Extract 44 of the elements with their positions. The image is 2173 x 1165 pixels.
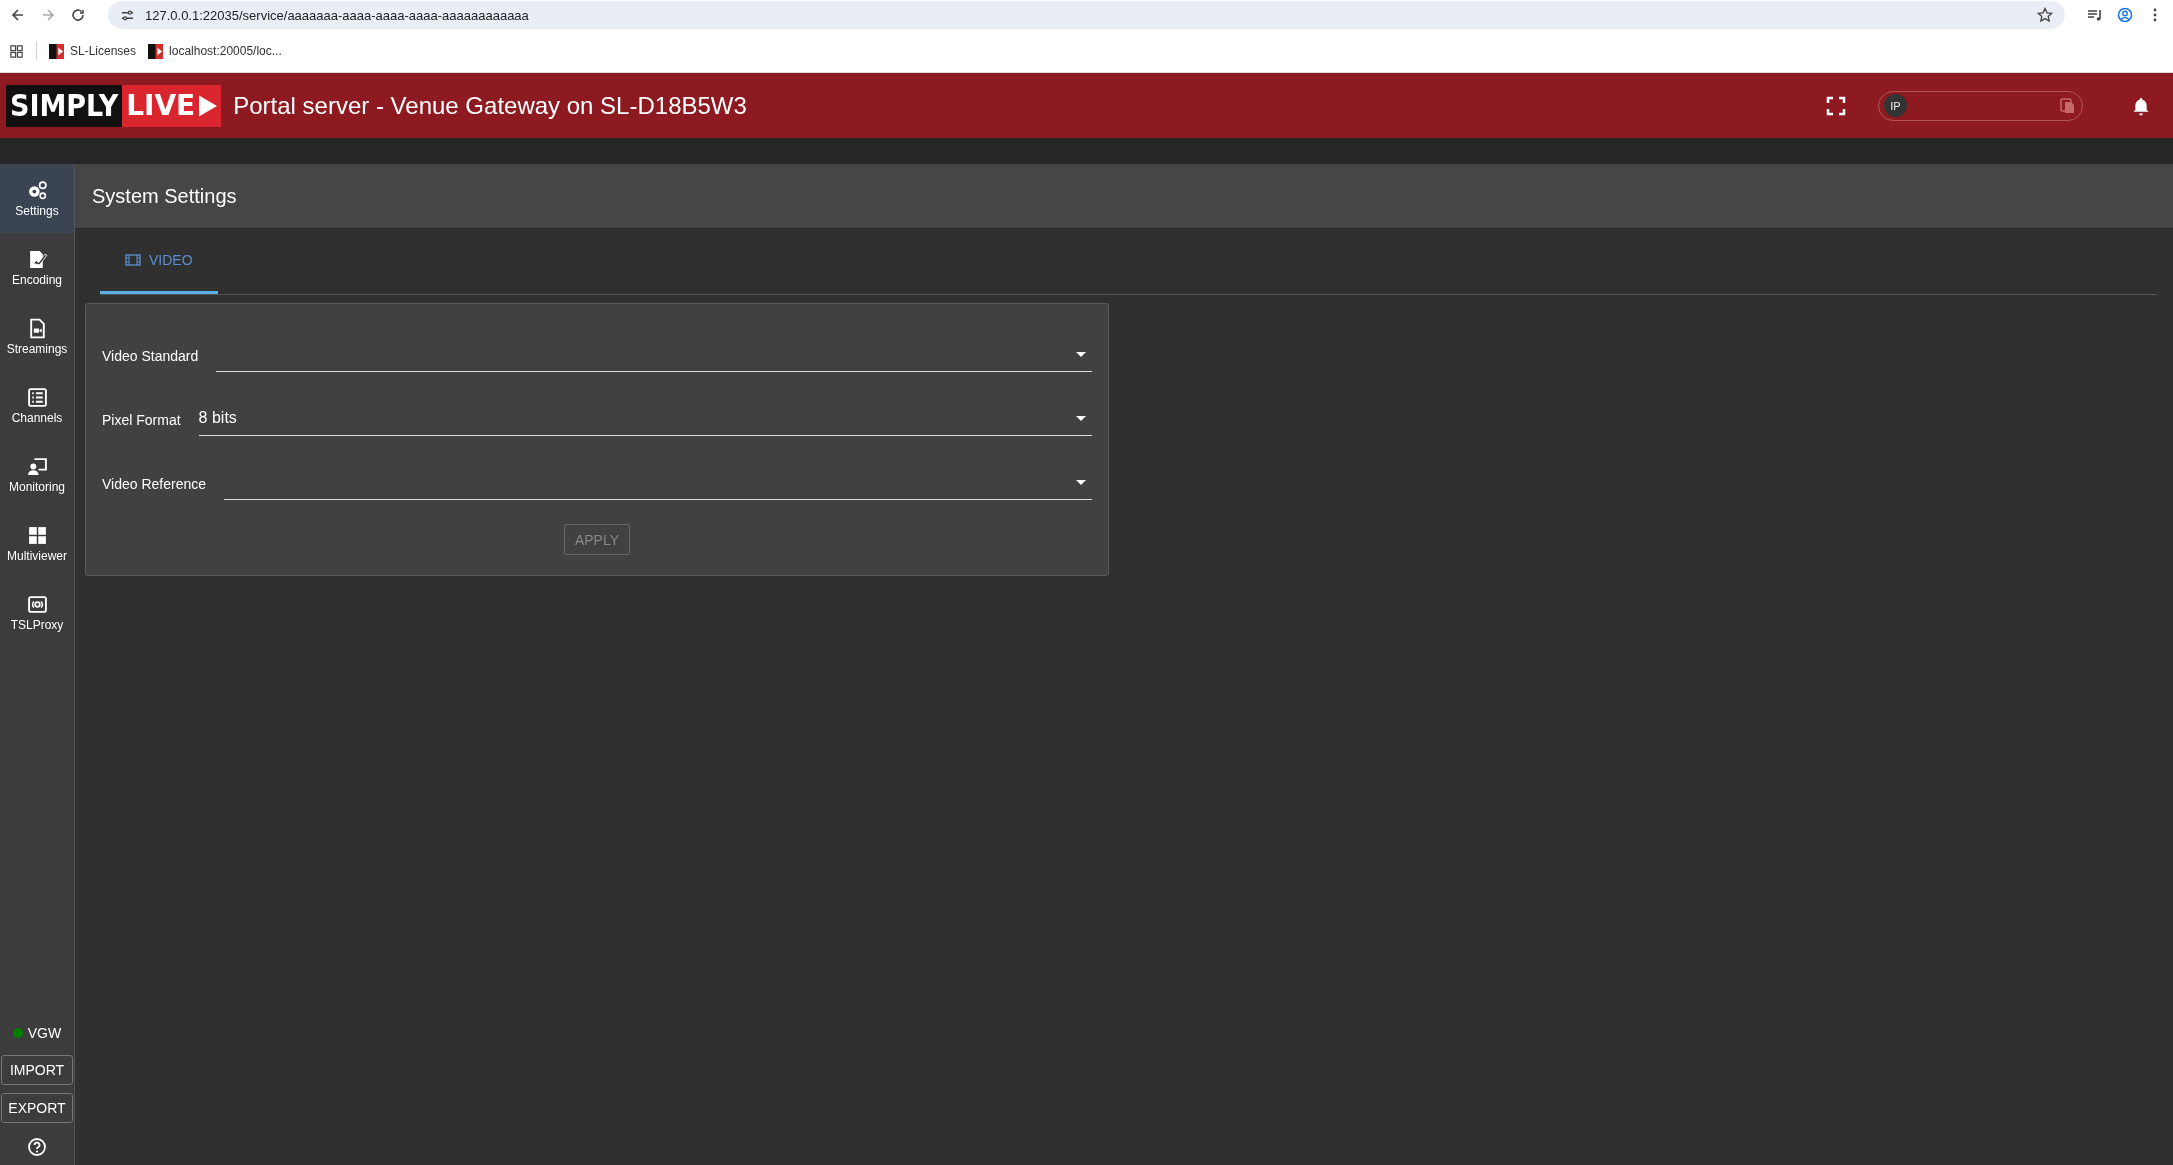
dropdown-icon bbox=[1076, 479, 1086, 485]
dropdown-icon bbox=[1076, 351, 1086, 357]
nav-item[interactable]: Streamings bbox=[0, 302, 74, 371]
favicon-icon bbox=[148, 43, 164, 59]
field-label: Video Reference bbox=[102, 476, 207, 494]
nav-item[interactable]: Monitoring bbox=[0, 440, 74, 509]
app-title: Portal server - Venue Gateway on SL-D18B5W3 bbox=[233, 91, 747, 120]
apps-icon[interactable] bbox=[9, 43, 24, 59]
reload-icon[interactable] bbox=[70, 7, 86, 23]
logo: SIMPLY LIVE bbox=[6, 84, 222, 127]
list-icon bbox=[26, 386, 48, 408]
broadcast-icon bbox=[26, 593, 48, 615]
nav-item[interactable]: Channels bbox=[0, 371, 74, 440]
fullscreen-icon[interactable] bbox=[1826, 95, 1846, 116]
side-button[interactable]: IMPORT bbox=[1, 1055, 73, 1085]
field-label: Video Standard bbox=[102, 348, 199, 366]
star-icon[interactable] bbox=[2037, 7, 2053, 23]
ip-badge: IP bbox=[1884, 94, 1907, 117]
bell-icon[interactable] bbox=[2131, 95, 2151, 116]
dropdown-icon bbox=[1076, 415, 1086, 421]
field-label: Pixel Format bbox=[102, 412, 181, 430]
favicon-icon bbox=[49, 43, 64, 59]
gears-icon bbox=[26, 179, 48, 201]
copy-icon[interactable] bbox=[2060, 96, 2076, 115]
nav-item[interactable]: Encoding bbox=[0, 233, 74, 302]
presenter-icon bbox=[26, 455, 48, 477]
help-icon[interactable] bbox=[27, 1137, 47, 1157]
address-bar[interactable]: 127.0.0.1:22035/service/aaaaaaa-aaaa-aaaa-aaaa-aaaaaaaaaaaa bbox=[108, 1, 2065, 29]
film-icon bbox=[125, 254, 141, 266]
back-icon[interactable] bbox=[10, 7, 26, 23]
select-field[interactable]: 8 bits bbox=[198, 401, 1092, 436]
server-label: VGW bbox=[27, 1025, 62, 1041]
tab[interactable]: VIDEO bbox=[100, 229, 218, 294]
nav-item[interactable]: Settings bbox=[0, 164, 74, 233]
bookmark[interactable]: localhost:20005/loc... bbox=[148, 43, 282, 59]
profile-icon[interactable] bbox=[2117, 7, 2133, 23]
grid-icon bbox=[26, 524, 48, 546]
bookmark[interactable]: SL-Licenses bbox=[49, 43, 137, 59]
media-icon[interactable] bbox=[2087, 7, 2103, 23]
nav-item[interactable]: Multiviewer bbox=[0, 509, 74, 578]
url-text: 127.0.0.1:22035/service/aaaaaaa-aaaa-aaaa-aaaa-aaaaaaaaaaaa bbox=[145, 7, 529, 23]
page-title: System Settings bbox=[92, 184, 237, 208]
side-button[interactable]: EXPORT bbox=[1, 1093, 73, 1123]
nav-item[interactable]: TSLProxy bbox=[0, 578, 74, 647]
